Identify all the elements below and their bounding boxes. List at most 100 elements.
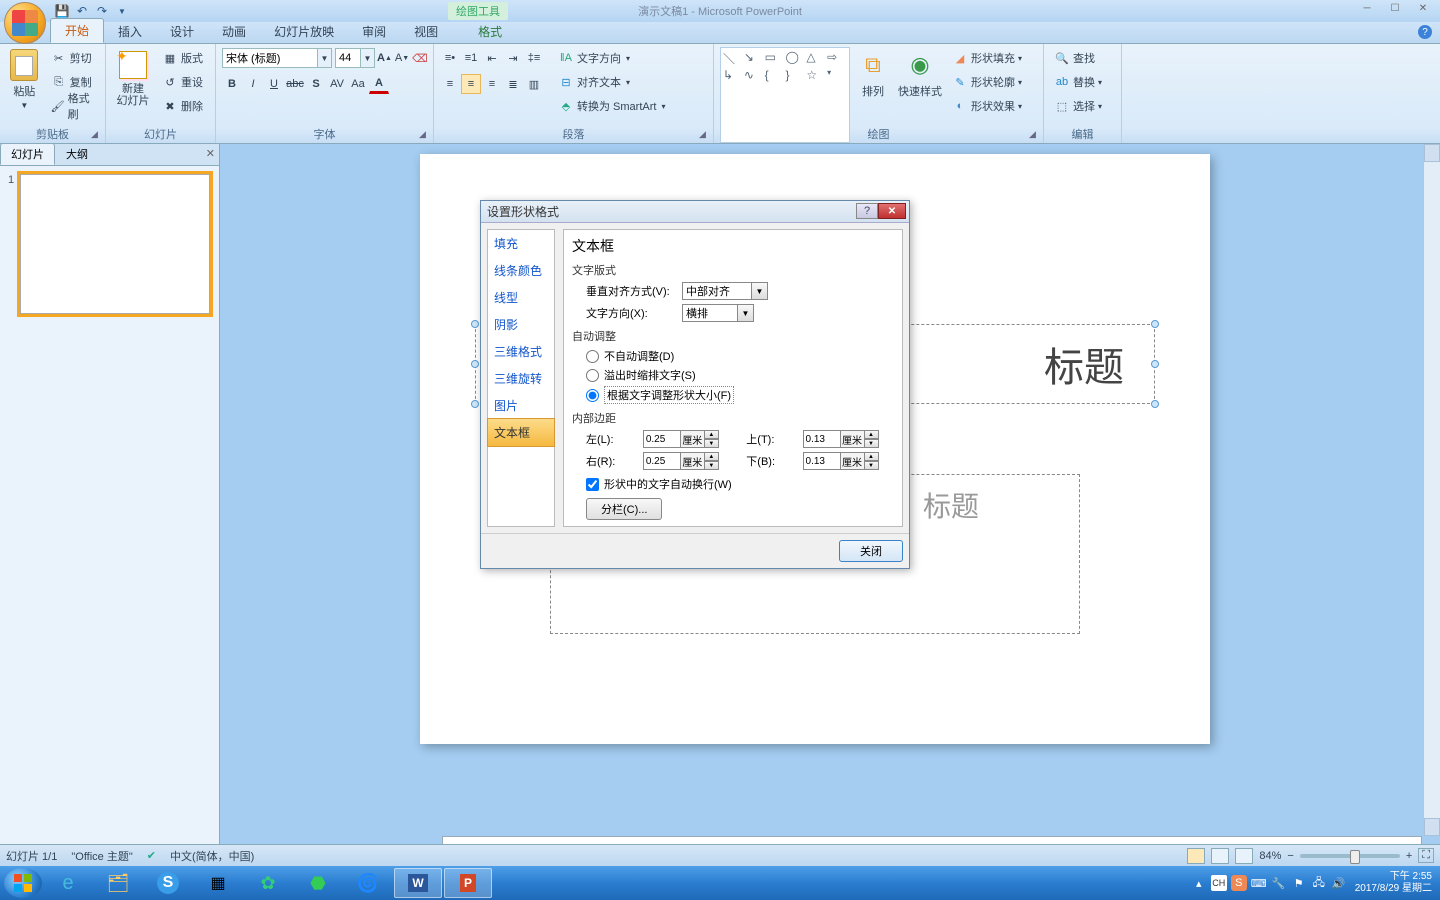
tab-format[interactable]: 格式 — [464, 20, 516, 43]
delete-button[interactable]: ✖删除 — [158, 95, 207, 117]
char-spacing-icon[interactable]: AV — [327, 74, 347, 94]
tab-view[interactable]: 视图 — [400, 20, 452, 43]
radio-no-autofit[interactable]: 不自动调整(D) — [586, 348, 894, 364]
close-button[interactable]: ✕ — [1410, 0, 1436, 16]
taskbar-app5[interactable]: 🌀 — [344, 868, 392, 898]
margin-bottom-spinner[interactable]: 厘米▲▼ — [803, 452, 894, 470]
shape-arrow-icon[interactable]: ↘ — [744, 50, 764, 67]
taskbar-app3[interactable]: ✿ — [244, 868, 292, 898]
clock[interactable]: 下午 2:55 2017/8/29 星期二 — [1355, 871, 1432, 895]
taskbar-app1[interactable]: S — [144, 868, 192, 898]
shape-brace2-icon[interactable]: } — [786, 68, 806, 82]
radio-resize-shape[interactable]: 根据文字调整形状大小(F) — [586, 386, 894, 404]
shape-rect-icon[interactable]: ▭ — [765, 50, 785, 67]
shape-line-icon[interactable]: ＼ — [723, 50, 743, 67]
fit-to-window-icon[interactable]: ⛶ — [1418, 848, 1434, 863]
tab-insert[interactable]: 插入 — [104, 20, 156, 43]
taskbar-explorer[interactable]: 🗂 — [94, 868, 142, 898]
font-size-combo[interactable]: ▼ — [335, 48, 375, 68]
find-button[interactable]: 🔍查找 — [1050, 47, 1106, 69]
margin-right-spinner[interactable]: 厘米▲▼ — [643, 452, 734, 470]
justify-icon[interactable]: ≣ — [503, 74, 523, 94]
office-button[interactable] — [4, 2, 46, 44]
taskbar-ie[interactable]: e — [44, 868, 92, 898]
nav-picture[interactable]: 图片 — [488, 392, 554, 419]
bullets-icon[interactable]: ≡• — [440, 48, 460, 68]
layout-button[interactable]: ▦版式 — [158, 47, 207, 69]
shape-curve-icon[interactable]: ∿ — [744, 68, 764, 82]
tab-animations[interactable]: 动画 — [208, 20, 260, 43]
italic-icon[interactable]: I — [243, 74, 263, 94]
align-left-icon[interactable]: ≡ — [440, 74, 460, 94]
tab-outline[interactable]: 大纲 — [55, 143, 99, 165]
tab-review[interactable]: 审阅 — [348, 20, 400, 43]
keyboard-icon[interactable]: ⌨ — [1251, 875, 1267, 891]
zoom-in-icon[interactable]: + — [1406, 850, 1412, 862]
tab-design[interactable]: 设计 — [156, 20, 208, 43]
margin-left-spinner[interactable]: 厘米▲▼ — [643, 430, 734, 448]
underline-icon[interactable]: U — [264, 74, 284, 94]
nav-fill[interactable]: 填充 — [488, 230, 554, 257]
dialog-title-bar[interactable]: 设置形状格式 ? ✕ — [481, 201, 909, 223]
dialog-launcher-icon[interactable]: ◢ — [419, 129, 431, 141]
redo-icon[interactable]: ↷ — [94, 3, 110, 19]
indent-left-icon[interactable]: ⇤ — [482, 48, 502, 68]
minimize-button[interactable]: ─ — [1354, 0, 1380, 16]
shape-more-icon[interactable]: ▾ — [827, 68, 847, 82]
font-name-combo[interactable]: ▼ — [222, 48, 332, 68]
margin-top-spinner[interactable]: 厘米▲▼ — [803, 430, 894, 448]
shape-connector-icon[interactable]: ↳ — [723, 68, 743, 82]
nav-textbox[interactable]: 文本框 — [487, 418, 555, 447]
zoom-out-icon[interactable]: − — [1287, 850, 1293, 862]
columns-icon[interactable]: ▥ — [524, 74, 544, 94]
taskbar-app4[interactable]: ⬣ — [294, 868, 342, 898]
columns-button[interactable]: 分栏(C)... — [586, 498, 662, 520]
strikethrough-icon[interactable]: abc — [285, 74, 305, 94]
radio-shrink-text[interactable]: 溢出时缩排文字(S) — [586, 367, 894, 383]
dialog-launcher-icon[interactable]: ◢ — [1029, 129, 1041, 141]
direction-combo[interactable]: ▼ — [682, 304, 754, 322]
zoom-value[interactable]: 84% — [1259, 850, 1281, 862]
zoom-slider[interactable] — [1300, 854, 1400, 858]
shape-arrow2-icon[interactable]: ⇨ — [827, 50, 847, 67]
format-painter-button[interactable]: 🖌格式刷 — [47, 95, 99, 117]
slideshow-view-icon[interactable] — [1235, 848, 1253, 864]
nav-3d-format[interactable]: 三维格式 — [488, 338, 554, 365]
normal-view-icon[interactable] — [1187, 848, 1205, 864]
qat-customize-icon[interactable]: ▼ — [114, 3, 130, 19]
wrap-checkbox[interactable]: 形状中的文字自动换行(W) — [586, 476, 894, 492]
cut-button[interactable]: ✂剪切 — [47, 47, 99, 69]
align-center-icon[interactable]: ≡ — [461, 74, 481, 94]
dialog-help-button[interactable]: ? — [856, 203, 878, 219]
ime-indicator[interactable]: CH — [1211, 875, 1227, 891]
nav-3d-rotation[interactable]: 三维旋转 — [488, 365, 554, 392]
slide-thumbnail[interactable]: 1 — [8, 174, 211, 314]
undo-icon[interactable]: ↶ — [74, 3, 90, 19]
align-right-icon[interactable]: ≡ — [482, 74, 502, 94]
replace-button[interactable]: ab替换▾ — [1050, 71, 1106, 93]
tab-slideshow[interactable]: 幻灯片放映 — [260, 20, 348, 43]
flag-icon[interactable]: ⚑ — [1291, 875, 1307, 891]
bold-icon[interactable]: B — [222, 74, 242, 94]
taskbar-word[interactable]: W — [394, 868, 442, 898]
chevron-down-icon[interactable]: ▼ — [752, 282, 768, 300]
save-icon[interactable]: 💾 — [54, 3, 70, 19]
smartart-button[interactable]: ⬘转换为 SmartArt▾ — [554, 95, 669, 117]
taskbar-powerpoint[interactable]: P — [444, 868, 492, 898]
shape-triangle-icon[interactable]: △ — [806, 50, 826, 67]
tray-expand-icon[interactable]: ▴ — [1191, 875, 1207, 891]
shape-outline-button[interactable]: ✎形状轮廓▾ — [948, 71, 1026, 93]
numbering-icon[interactable]: ≡1 — [461, 48, 481, 68]
shape-brace-icon[interactable]: { — [765, 68, 785, 82]
chevron-down-icon[interactable]: ▼ — [738, 304, 754, 322]
text-direction-button[interactable]: ‖A文字方向▾ — [554, 47, 669, 69]
panel-close-icon[interactable]: ✕ — [206, 147, 215, 160]
sorter-view-icon[interactable] — [1211, 848, 1229, 864]
network-icon[interactable]: 🖧 — [1311, 875, 1327, 891]
nav-line-style[interactable]: 线型 — [488, 284, 554, 311]
shape-fill-button[interactable]: ◢形状填充▾ — [948, 47, 1026, 69]
sogou-tray-icon[interactable]: S — [1231, 875, 1247, 891]
change-case-icon[interactable]: Aa — [348, 74, 368, 94]
line-spacing-icon[interactable]: ‡≡ — [524, 48, 544, 68]
start-button[interactable] — [4, 868, 42, 898]
